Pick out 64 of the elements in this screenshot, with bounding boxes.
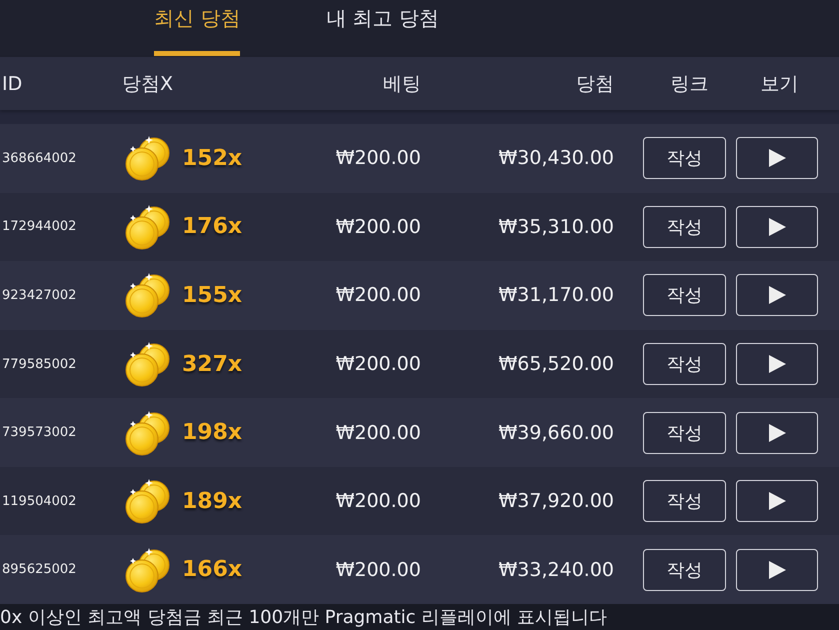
column-header: ID	[1, 72, 24, 94]
play-button[interactable]	[736, 412, 818, 454]
round-id: 739573002	[1, 425, 76, 440]
play-icon	[768, 218, 786, 236]
play-icon	[768, 424, 786, 442]
create-link-button[interactable]: 작성	[643, 548, 726, 591]
play-icon	[768, 149, 786, 168]
multiplier: 155x	[182, 282, 242, 308]
multiplier: 198x	[182, 420, 242, 446]
round-id: 779585002	[1, 356, 76, 372]
bet-amount: ₩200.00	[336, 422, 421, 444]
win-amount: ₩30,430.00	[498, 147, 614, 170]
win-amount: ₩33,240.00	[498, 558, 614, 581]
coin-stack-icon	[125, 272, 171, 318]
bet-amount: ₩200.00	[336, 353, 421, 376]
bet-amount: ₩200.00	[336, 216, 421, 238]
play-button[interactable]	[736, 548, 818, 591]
create-link-button[interactable]: 작성	[643, 206, 726, 248]
play-button[interactable]	[736, 274, 818, 316]
coin-stack-icon	[125, 341, 171, 388]
round-id: 172944002	[1, 219, 76, 234]
round-id: 923427002	[1, 288, 76, 303]
multiplier: 327x	[182, 352, 242, 377]
play-button[interactable]	[736, 206, 818, 248]
win-amount: ₩35,310.00	[498, 216, 614, 238]
multiplier: 189x	[182, 488, 242, 514]
round-id: 368664002	[1, 150, 76, 166]
round-id: 895625002	[1, 562, 76, 578]
coin-stack-icon	[125, 204, 171, 250]
play-icon	[768, 560, 786, 579]
play-icon	[768, 355, 786, 374]
win-amount: ₩31,170.00	[498, 284, 614, 306]
footer-note: 0x 이상인 최고액 당첨금 최근 100개만 Pragmatic 리플레이에 표시됩니다	[0, 606, 608, 630]
multiplier: 152x	[182, 146, 242, 171]
create-link-button[interactable]: 작성	[643, 137, 726, 180]
column-header: 당첨	[575, 72, 614, 96]
tab[interactable]: 내 최고 당첨	[326, 0, 440, 56]
play-button[interactable]	[736, 480, 818, 522]
column-header: 링크	[670, 72, 710, 96]
round-id: 119504002	[1, 494, 76, 509]
column-header: 당첨X	[122, 72, 174, 96]
win-amount: ₩65,520.00	[498, 353, 614, 376]
play-icon	[768, 492, 786, 510]
coin-stack-icon	[125, 410, 171, 456]
bet-amount: ₩200.00	[336, 284, 421, 306]
bet-amount: ₩200.00	[336, 558, 421, 581]
create-link-button[interactable]: 작성	[643, 412, 726, 454]
coin-stack-icon	[125, 546, 171, 593]
multiplier: 166x	[182, 557, 242, 582]
multiplier: 176x	[182, 214, 242, 240]
create-link-button[interactable]: 작성	[643, 343, 726, 386]
play-button[interactable]	[736, 343, 818, 386]
coin-stack-icon	[125, 135, 171, 182]
bet-amount: ₩200.00	[336, 147, 421, 170]
create-link-button[interactable]: 작성	[643, 274, 726, 316]
win-amount: ₩37,920.00	[498, 490, 614, 512]
create-link-button[interactable]: 작성	[643, 480, 726, 522]
win-amount: ₩39,660.00	[498, 422, 614, 444]
play-icon	[768, 286, 786, 304]
bet-amount: ₩200.00	[336, 490, 421, 512]
column-header: 보기	[760, 72, 800, 96]
play-button[interactable]	[736, 137, 818, 180]
column-header: 베팅	[382, 72, 421, 96]
coin-stack-icon	[125, 478, 171, 524]
